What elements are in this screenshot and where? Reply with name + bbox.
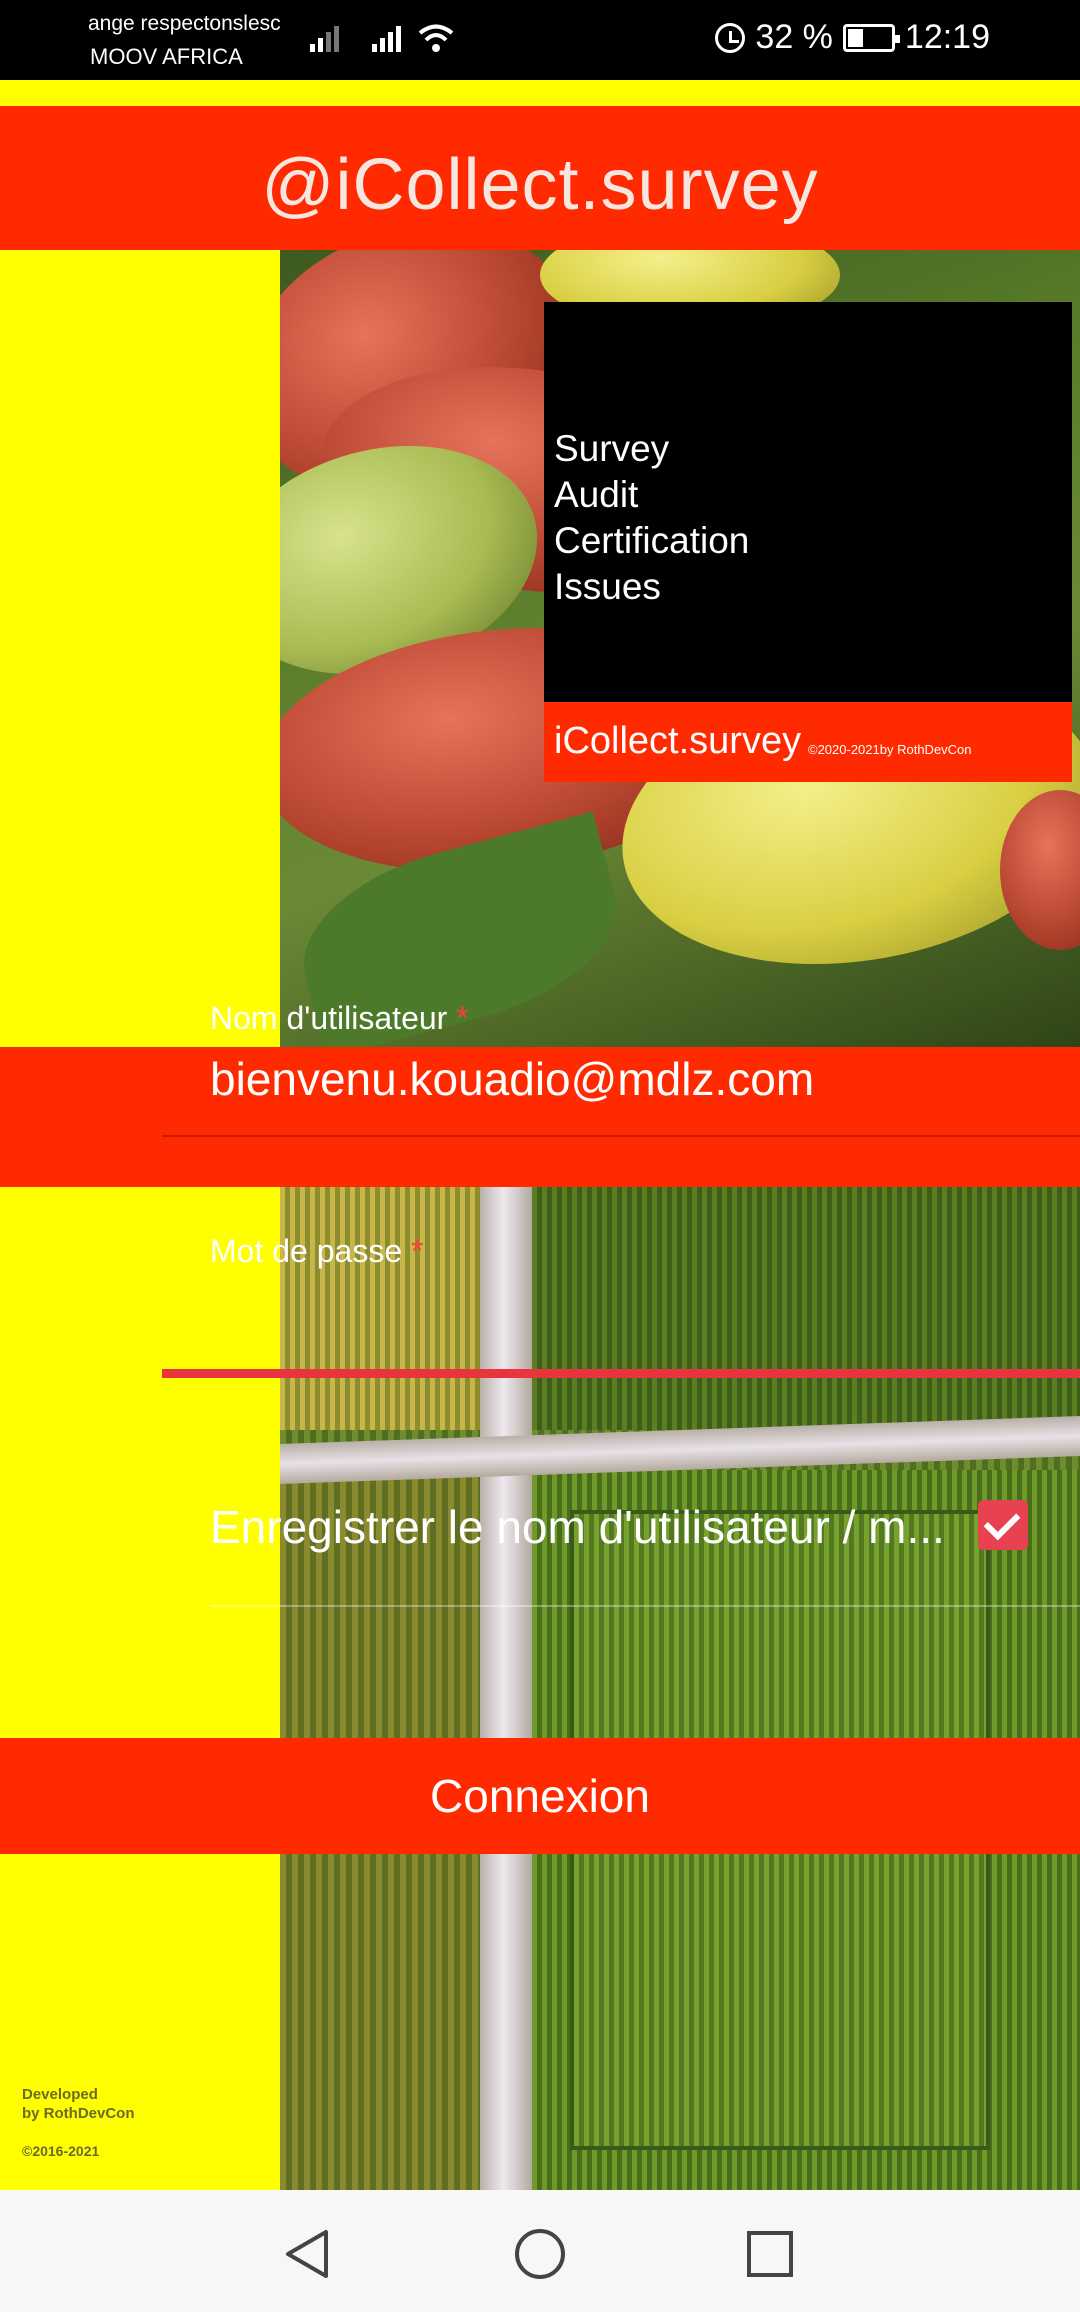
promo-line: Audit <box>554 474 639 515</box>
remember-checkbox-checked-icon[interactable] <box>978 1500 1028 1550</box>
app-title: @iCollect.survey <box>261 145 819 225</box>
carrier-name: MOOV AFRICA <box>90 44 243 69</box>
alarm-icon <box>715 22 746 53</box>
required-mark: * <box>456 1000 469 1036</box>
navigation-bar <box>0 2190 1080 2312</box>
wifi-icon <box>418 22 454 54</box>
password-underline-focused <box>162 1369 1080 1378</box>
promo-line: Certification <box>554 520 750 561</box>
aerial-fields-image <box>280 1050 1080 2190</box>
promo-card: Survey Audit Certification Issues <box>544 302 1072 702</box>
username-label: Nom d'utilisateur * <box>210 1000 469 1037</box>
promo-brand-strip: iCollect.survey ©2020-2021by RothDevCon <box>544 702 1072 782</box>
back-triangle-icon[interactable] <box>280 2226 336 2282</box>
required-mark: * <box>411 1233 424 1269</box>
username-underline <box>162 1135 1080 1137</box>
username-input[interactable]: bienvenu.kouadio@mdlz.com <box>210 1052 1060 1112</box>
promo-line: Survey <box>554 428 670 469</box>
promo-brand: iCollect.survey <box>554 720 802 762</box>
remember-credentials-label: Enregistrer le nom d'utilisateur / m... <box>210 1501 945 1553</box>
home-circle-icon[interactable] <box>512 2226 568 2282</box>
login-button[interactable]: Connexion <box>0 1738 1080 1854</box>
developer-credit-line: by RothDevCon <box>22 2105 135 2122</box>
clock: 12:19 <box>904 18 990 56</box>
road <box>480 1050 532 2190</box>
password-input[interactable] <box>210 1280 1060 1340</box>
developer-credit-line: Developed <box>22 2086 98 2103</box>
login-screen: Survey Audit Certification Issues iColle… <box>0 80 1080 2190</box>
promo-credit: ©2020-2021by RothDevCon <box>808 742 972 757</box>
carrier-name-scrolling: ange respectonslesc <box>88 12 281 35</box>
remember-underline <box>210 1605 1080 1607</box>
remember-credentials-row[interactable]: Enregistrer le nom d'utilisateur / m... <box>210 1480 1030 1600</box>
battery-percent: 32 % <box>755 18 833 56</box>
password-label: Mot de passe * <box>210 1233 423 1270</box>
password-label-text: Mot de passe <box>210 1233 403 1269</box>
status-bar: ange respectonslesc MOOV AFRICA 32 % 12:… <box>0 0 1080 80</box>
header-banner: @iCollect.survey <box>0 106 1080 250</box>
promo-features: Survey Audit Certification Issues <box>554 426 749 610</box>
promo-line: Issues <box>554 566 661 607</box>
developer-credit: Developed by RothDevCon <box>22 2085 135 2123</box>
battery-icon <box>842 23 900 52</box>
status-right-group: 32 % 12:19 <box>715 18 990 57</box>
signal-strength-icon <box>372 22 408 52</box>
username-label-text: Nom d'utilisateur <box>210 1000 448 1036</box>
copyright: ©2016-2021 <box>22 2143 100 2159</box>
recent-apps-square-icon[interactable] <box>742 2226 798 2282</box>
signal-strength-icon <box>310 22 346 52</box>
